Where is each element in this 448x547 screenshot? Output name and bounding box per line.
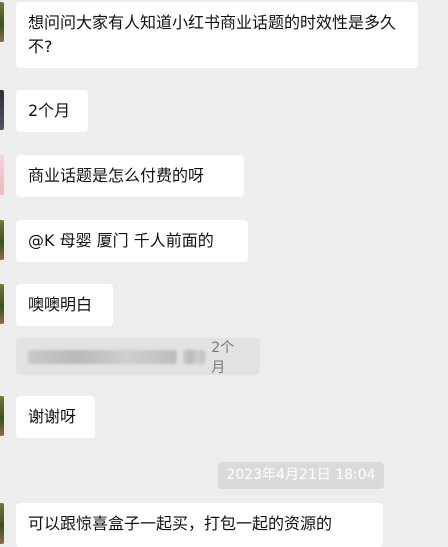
quoted-message[interactable]: 2个月 <box>16 338 260 376</box>
avatar[interactable] <box>0 155 4 195</box>
avatar[interactable] <box>0 220 4 260</box>
avatar[interactable] <box>0 2 4 42</box>
message-bubble[interactable]: 想问问大家有人知道小红书商业话题的时效性是多久不? <box>16 2 418 68</box>
avatar[interactable] <box>0 503 4 544</box>
message-bubble[interactable]: @K 母婴 厦门 千人前面的 <box>16 220 248 262</box>
avatar[interactable] <box>0 396 4 436</box>
avatar[interactable] <box>0 90 4 130</box>
avatar[interactable] <box>0 284 4 324</box>
quoted-text: 2个月 <box>211 339 235 376</box>
message-bubble[interactable]: 噢噢明白 <box>16 284 113 326</box>
redacted-text <box>183 349 206 364</box>
message-bubble[interactable]: 2个月 <box>16 90 88 132</box>
message-bubble[interactable]: 可以跟惊喜盒子一起买，打包一起的资源的 <box>16 503 383 547</box>
redacted-text <box>28 349 178 364</box>
timestamp: 2023年4月21日 18:04 <box>218 462 384 489</box>
message-bubble[interactable]: 谢谢呀 <box>16 396 95 438</box>
chat-window: 想问问大家有人知道小红书商业话题的时效性是多久不? 2个月 商业话题是怎么付费的… <box>0 0 448 547</box>
message-bubble[interactable]: 商业话题是怎么付费的呀 <box>16 155 244 197</box>
